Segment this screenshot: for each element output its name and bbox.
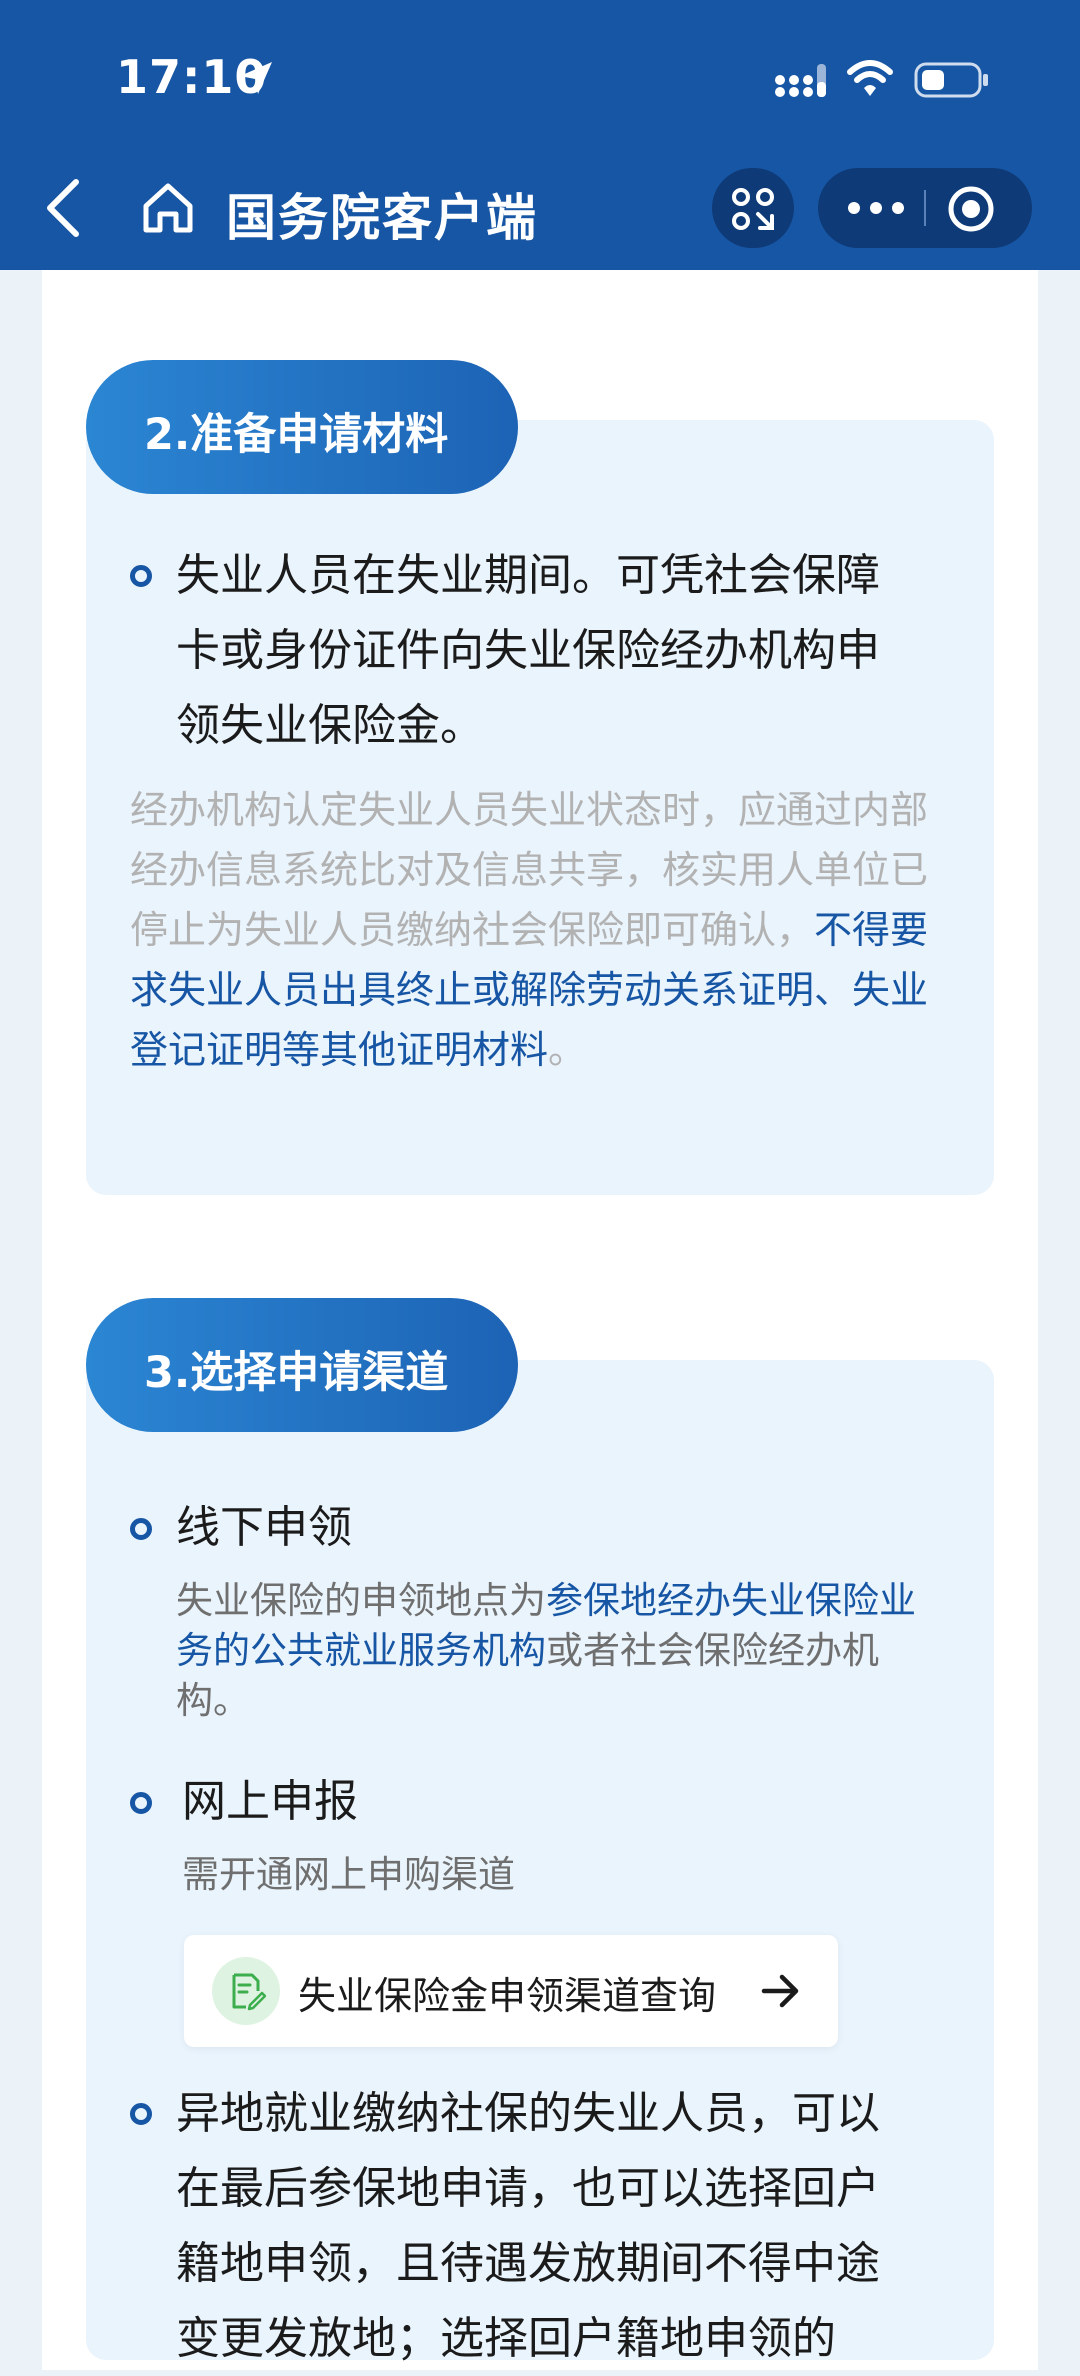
section-2-note: 经办机构认定失业人员失业状态时，应通过内部经办信息系统比对及信息共享，核实用人单… [130,780,940,1080]
offline-desc-plain-1: 失业保险的申领地点为 [176,1579,546,1622]
bullet-dot [130,1518,152,1540]
battery-icon [914,62,988,98]
bullet-dot [130,565,152,587]
edit-doc-icon-bg [212,1957,280,2025]
page-title: 国务院客户端 [226,189,538,247]
wifi-icon [847,60,893,96]
online-title: 网上申报 [182,1776,358,1827]
channel-query-label: 失业保险金申领渠道查询 [298,1974,717,2018]
close-target-icon[interactable] [946,184,996,234]
section-2-bullet-text: 失业人员在失业期间。可凭社会保障卡或身份证件向失业保险经办机构申领失业保险金。 [176,550,880,751]
more-dots-icon[interactable] [846,192,906,224]
section-2-heading-text: 2.准备申请材料 [144,410,449,460]
arrow-right-icon [761,1974,799,2008]
section-2-heading: 2.准备申请材料 [86,360,518,494]
online-desc: 需开通网上申购渠道 [182,1853,515,1896]
location-arrow-icon [240,62,272,94]
note-plain: 经办机构认定失业人员失业状态时，应通过内部经办信息系统比对及信息共享，核实用人单… [130,788,929,952]
scan-button[interactable] [712,168,794,248]
edit-doc-icon [232,1973,266,2011]
home-icon[interactable] [140,180,196,236]
back-chevron-icon[interactable] [40,176,90,240]
note-end: 。 [548,1028,587,1072]
section-3-heading-text: 3.选择申请渠道 [144,1348,449,1398]
bullet-dot [130,2103,152,2125]
offline-title: 线下申领 [176,1502,352,1553]
cellular-signal-icon [775,64,826,97]
top-bar: 17:10 国务院客户端 [0,0,1080,270]
section-3-heading: 3.选择申请渠道 [86,1298,518,1432]
channel-query-link[interactable]: 失业保险金申领渠道查询 [184,1935,838,2047]
mini-program-capsule [818,168,1032,248]
scan-icon [732,188,774,230]
bullet-dot [130,1792,152,1814]
capsule-divider [924,190,926,226]
remote-text: 异地就业缴纳社保的失业人员，可以在最后参保地申请，也可以选择回户籍地申领，且待遇… [176,2088,880,2364]
offline-desc: 失业保险的申领地点为参保地经办失业保险业务的公共就业服务机构或者社会保险经办机构… [176,1576,936,1726]
